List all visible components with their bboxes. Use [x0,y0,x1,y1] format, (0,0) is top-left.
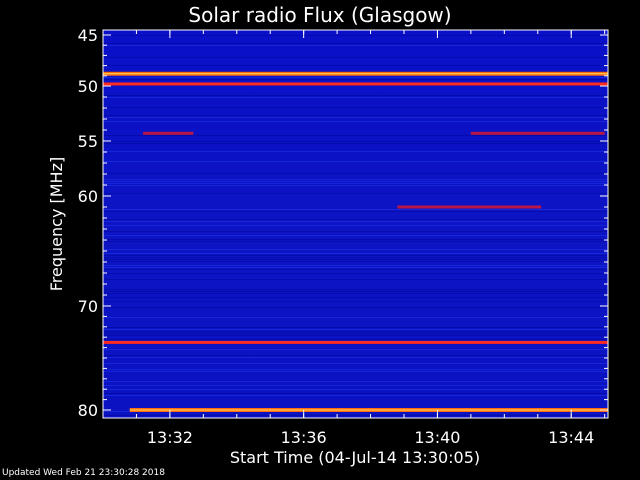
emission-band [397,205,542,209]
background-stripe [104,261,607,262]
background-stripe [104,115,607,116]
background-stripe [104,297,607,298]
background-stripe [104,221,607,222]
emission-band-core [103,73,608,75]
x-tick-label: 13:36 [281,428,327,447]
background-stripe [104,349,607,350]
background-stripe [104,355,607,356]
background-stripe [104,141,607,142]
background-stripe [104,79,607,80]
background-stripe [104,415,607,416]
x-tick-label: 13:32 [147,428,193,447]
background-stripe [104,121,607,122]
y-tick-label: 45 [78,26,98,45]
background-stripe [104,279,607,280]
y-tick-label: 70 [78,297,98,316]
background-stripe [104,317,607,318]
x-tick-label: 13:40 [414,428,460,447]
background-stripe [104,307,607,308]
background-stripe [104,183,607,184]
background-stripe [104,77,607,78]
background-stripe [104,45,607,46]
background-stripe [104,363,607,364]
y-axis-label: Frequency [MHz] [47,157,66,291]
background-stripe [104,97,607,98]
emission-band-core [129,409,608,411]
background-stripe [104,249,607,250]
emission-band [470,131,605,135]
background-stripe [104,173,607,174]
background-stripe [104,117,607,118]
background-stripe [104,185,607,186]
y-axis-label-main: Frequency [47,209,66,292]
background-stripe [104,329,607,330]
background-stripe [104,181,607,182]
background-stripe [104,257,607,258]
emission-band [143,131,194,135]
background-stripe [104,135,607,136]
background-stripe [104,273,607,274]
background-stripe [104,369,607,370]
y-axis-label-unit: MHz [47,163,66,197]
y-tick-label: 50 [78,77,98,96]
background-stripe [104,381,607,382]
background-stripe [104,209,607,210]
updated-footer: Updated Wed Feb 21 23:30:28 2018 [2,468,165,478]
background-stripe [104,289,607,290]
background-stripe [104,301,607,302]
background-stripe [104,371,607,372]
background-stripe [104,333,607,334]
background-stripe [104,389,607,390]
background-stripe [104,327,607,328]
background-stripe [104,107,607,108]
background-stripe [104,239,607,240]
background-stripe [104,395,607,396]
background-stripe [104,291,607,292]
background-stripe [104,265,607,266]
plot-area [103,30,608,418]
background-stripe [104,267,607,268]
background-stripe [104,211,607,212]
y-tick-label: 55 [78,132,98,151]
background-stripe [104,161,607,162]
background-stripe [104,151,607,152]
background-stripe [104,331,607,332]
background-stripe [104,335,607,336]
emission-band [103,82,608,86]
y-tick-label: 80 [78,401,98,420]
background-stripe [104,235,607,236]
background-stripe [104,65,607,66]
background-stripe [104,179,607,180]
spectrogram-chart: 13:32 13:36 13:40 13:44 45 50 55 60 70 80 Start … [47,26,609,467]
background-stripe [104,357,607,358]
background-stripe [104,57,607,58]
background-stripe [104,293,607,294]
background-stripe [104,231,607,232]
x-axis-label: Start Time (04-Jul-14 13:30:05) [230,448,480,467]
background-stripe [104,241,607,242]
background-stripe [104,143,607,144]
background-stripe [104,255,607,256]
x-tick-label: 13:44 [548,428,594,447]
y-tick-label: 60 [78,187,98,206]
background-stripe [104,225,607,226]
background-stripe [104,259,607,260]
emission-band [103,340,608,344]
background-stripe [104,385,607,386]
background-stripe [104,193,607,194]
background-stripe [104,95,607,96]
background-stripe [104,269,607,270]
background-stripe [104,253,607,254]
background-stripe [104,339,607,340]
background-stripe [104,43,607,44]
background-stripe [104,219,607,220]
background-stripe [104,393,607,394]
background-stripe [104,35,607,36]
